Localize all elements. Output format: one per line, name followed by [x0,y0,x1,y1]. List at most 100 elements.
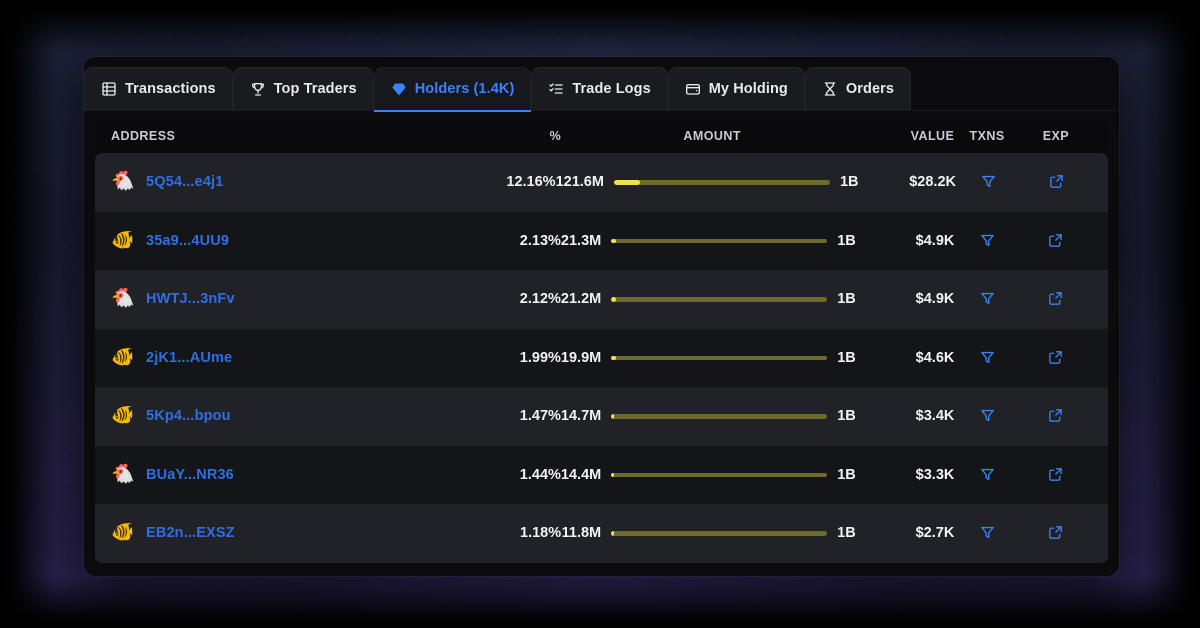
wallet-icon [685,81,701,97]
amount-progress-fill [611,297,616,302]
amount-value: 11.8M [561,525,602,542]
external-link-icon[interactable] [1044,462,1068,486]
tab-holders[interactable]: Holders (1.4K) [373,67,532,112]
gem-icon [391,81,407,97]
external-link-icon[interactable] [1044,170,1068,194]
table-header-row: ADDRESS % AMOUNT VALUE TXNS EXP [95,119,1108,153]
address-link[interactable]: 5Kp4...bpou [146,408,231,424]
cell-exp [1020,228,1092,254]
table-row[interactable]: 🐔 5Q54...e4j1 12.16% 121.6M 1B $28.2K [95,153,1108,212]
external-link-icon[interactable] [1044,345,1068,369]
address-link[interactable]: 5Q54...e4j1 [146,174,223,190]
amount-value: 14.7M [560,408,602,425]
filter-funnel-icon[interactable] [975,287,999,311]
tab-label: Transactions [125,81,216,97]
cell-txns [954,345,1020,371]
cell-txns [954,404,1020,430]
cell-exp [1020,345,1092,371]
holders-panel: Transactions Top Traders Holders (1.4K) Tra… [84,57,1119,576]
cell-address: 🐔 BUaY...NR36 [111,463,460,487]
chicken-avatar-icon: 🐔 [111,288,135,310]
amount-value: 19.9M [560,349,602,366]
tab-label: Orders [845,81,895,97]
cell-txns [954,287,1020,313]
table-row[interactable]: 🐠 5Kp4...bpou 1.47% 14.7M 1B $3.4K [95,387,1108,446]
cell-exp [1020,404,1092,430]
external-link-icon[interactable] [1044,404,1068,428]
cell-txns [954,228,1020,254]
fish-avatar-icon: 🐠 [111,405,135,427]
cell-exp [1020,462,1092,488]
external-link-icon[interactable] [1044,521,1068,545]
tab-top-traders[interactable]: Top Traders [232,67,374,111]
amount-progress-fill [611,414,615,419]
address-link[interactable]: BUaY...NR36 [146,467,234,483]
fish-avatar-icon: 🐠 [111,522,135,544]
external-link-icon[interactable] [1044,228,1068,252]
filter-funnel-icon[interactable] [975,521,999,545]
cell-amount: 19.9M 1B [561,350,863,366]
cell-address: 🐠 EB2n...EXSZ [111,521,460,545]
fish-avatar-icon: 🐠 [111,229,135,251]
address-link[interactable]: 2jK1...AUme [146,350,232,366]
cell-value: $28.2K [909,174,956,191]
column-header-txns: TXNS [969,129,1005,143]
table-row[interactable]: 🐔 BUaY...NR36 1.44% 14.4M 1B $3.3K [95,445,1108,504]
cell-txns [956,170,1021,196]
table-row[interactable]: 🐔 HWTJ...3nFv 2.12% 21.2M 1B $4.9K [95,270,1108,329]
filter-funnel-icon[interactable] [976,170,1000,194]
tab-trade-logs[interactable]: Trade Logs [531,67,668,111]
panel-tab-bar: Transactions Top Traders Holders (1.4K) Tra… [84,57,1119,112]
tab-my-holding[interactable]: My Holding [667,67,805,111]
amount-total: 1B [837,349,856,366]
cell-percent: 1.99% [519,349,561,366]
cell-percent: 1.44% [519,466,561,483]
cell-txns [954,462,1020,488]
trophy-icon [250,81,266,97]
column-header-value: VALUE [910,129,955,143]
amount-total: 1B [837,232,856,249]
cell-address: 🐠 2jK1...AUme [111,346,460,370]
amount-total: 1B [837,291,856,308]
amount-progress-bar [611,238,828,243]
list-table-icon [101,81,117,97]
amount-total: 1B [837,408,856,425]
address-link[interactable]: HWTJ...3nFv [146,291,235,307]
cell-amount: 14.7M 1B [561,408,863,424]
address-link[interactable]: EB2n...EXSZ [146,525,235,541]
cell-value: $3.4K [915,408,955,425]
cell-amount: 121.6M 1B [556,174,866,190]
amount-progress-bar [611,472,828,477]
amount-total: 1B [837,525,856,542]
cell-value: $2.7K [915,525,955,542]
tab-label: Top Traders [273,81,357,97]
external-link-icon[interactable] [1044,287,1068,311]
amount-value: 21.2M [560,291,602,308]
amount-value: 14.4M [560,466,602,483]
address-link[interactable]: 35a9...4UU9 [146,233,229,249]
amount-progress-bar [611,355,828,360]
amount-progress-bar [611,531,828,536]
cell-amount: 21.3M 1B [561,233,863,249]
cell-percent: 1.47% [519,408,561,425]
table-row[interactable]: 🐠 2jK1...AUme 1.99% 19.9M 1B $4.6K [95,328,1108,387]
filter-funnel-icon[interactable] [975,404,999,428]
table-row[interactable]: 🐠 35a9...4UU9 2.13% 21.3M 1B $4.9K [95,211,1108,270]
filter-funnel-icon[interactable] [975,462,999,486]
tab-transactions[interactable]: Transactions [84,67,233,111]
cell-value: $4.9K [915,232,955,249]
column-header-percent: % [549,129,562,143]
amount-progress-fill [611,472,615,477]
table-row[interactable]: 🐠 EB2n...EXSZ 1.18% 11.8M 1B $2.7K [95,504,1108,563]
cell-exp [1020,521,1092,547]
cell-exp [1021,170,1092,196]
tab-orders[interactable]: Orders [804,67,912,111]
amount-progress-bar [613,180,830,185]
hourglass-icon [822,81,838,97]
filter-funnel-icon[interactable] [975,228,999,252]
cell-address: 🐔 HWTJ...3nFv [111,287,460,311]
column-header-address: ADDRESS [111,129,176,143]
filter-funnel-icon[interactable] [975,345,999,369]
amount-progress-fill [613,180,641,185]
column-header-amount: AMOUNT [683,129,741,143]
